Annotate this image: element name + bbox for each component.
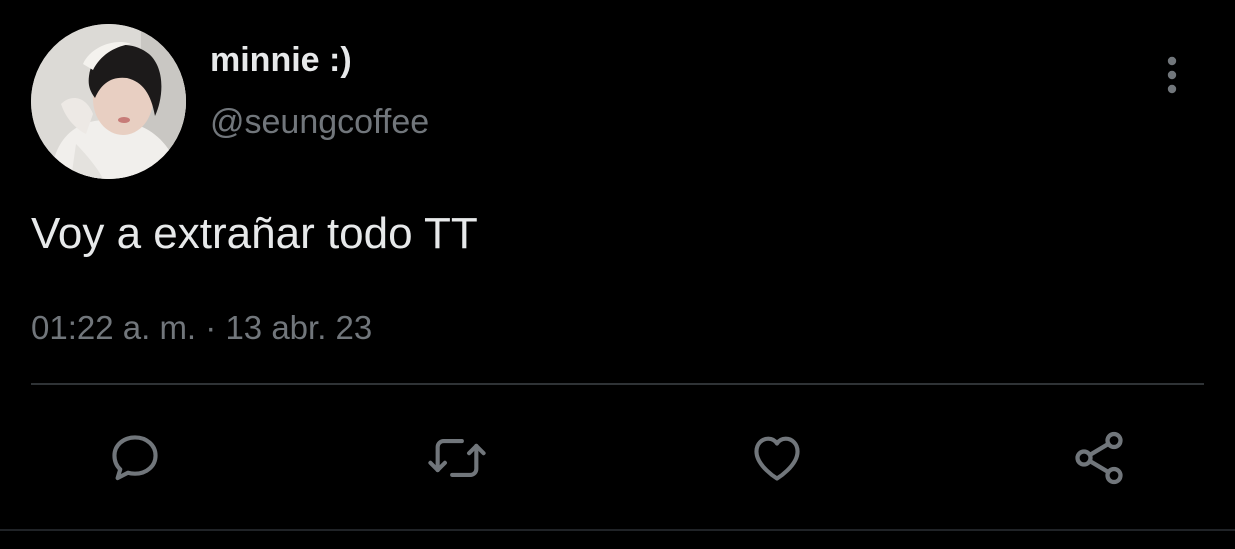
retweet-icon [428,439,486,477]
reply-button[interactable] [102,425,168,491]
bottom-divider [0,529,1235,531]
share-icon [1075,431,1123,485]
avatar-photo [31,24,186,179]
timestamp-separator: · [205,309,217,346]
user-handle[interactable]: @seungcoffee [210,102,429,142]
share-button[interactable] [1066,425,1132,491]
tweet-time[interactable]: 01:22 a. m. [31,309,196,346]
more-vertical-icon [1167,56,1177,94]
tweet-text: Voy a extrañar todo TT [31,209,478,258]
reply-icon [112,435,158,481]
more-options-button[interactable] [1150,50,1194,100]
tweet-timestamp: 01:22 a. m. · 13 abr. 23 [31,308,372,348]
tweet-date[interactable]: 13 abr. 23 [225,309,372,346]
display-name[interactable]: minnie :) [210,40,352,80]
like-button[interactable] [744,425,810,491]
retweet-button[interactable] [424,425,490,491]
heart-icon [754,436,800,481]
avatar[interactable] [31,24,186,179]
divider [31,383,1204,385]
